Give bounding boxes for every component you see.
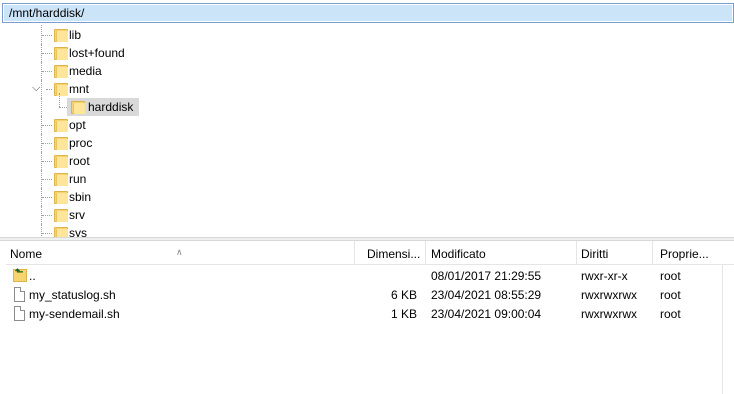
- tree-item-label: proc: [69, 136, 93, 150]
- path-selection-highlight: [4, 5, 732, 21]
- tree-item-label: mnt: [69, 82, 90, 96]
- list-header: Nome ∧ Dimensi... Modificato Diritti Pro…: [6, 241, 734, 265]
- tree-item-root[interactable]: root: [6, 152, 706, 170]
- file-modified: 23/04/2021 09:00:04: [431, 307, 542, 321]
- remote-path-text: /mnt/harddisk/: [9, 6, 85, 20]
- folder-icon: [54, 191, 68, 204]
- folder-icon: [54, 65, 68, 78]
- folder-icon: [54, 137, 68, 150]
- column-header-label: Diritti: [581, 247, 609, 261]
- tree-item-label: lost+found: [69, 46, 125, 60]
- tree-item-sys[interactable]: sys: [6, 224, 706, 237]
- table-row[interactable]: ⬑ .. 08/01/2017 21:29:55 rwxr-xr-x root: [6, 267, 734, 286]
- folder-icon: [54, 227, 68, 237]
- file-name: my-sendemail.sh: [29, 307, 120, 321]
- tree-item-proc[interactable]: proc: [6, 134, 706, 152]
- file-modified: 23/04/2021 08:55:29: [431, 288, 542, 302]
- column-header-label: Dimensi...: [367, 247, 421, 261]
- folder-icon: [54, 29, 68, 42]
- file-name: ..: [29, 269, 36, 283]
- tree-item-label: run: [69, 172, 87, 186]
- remote-path-input[interactable]: /mnt/harddisk/: [2, 3, 734, 23]
- tree-item-sbin[interactable]: sbin: [6, 188, 706, 206]
- file-size: 1 KB: [390, 307, 417, 321]
- tree-item-label: root: [69, 154, 90, 168]
- column-header-label: Proprie...: [660, 247, 709, 261]
- file-owner: root: [660, 307, 681, 321]
- directory-tree[interactable]: lib lost+found media ⌵ mnt harddisk opt …: [6, 24, 734, 237]
- file-modified: 08/01/2017 21:29:55: [431, 269, 542, 283]
- tree-item-label: lib: [69, 28, 82, 42]
- file-list[interactable]: Nome ∧ Dimensi... Modificato Diritti Pro…: [6, 241, 734, 394]
- file-icon: [14, 287, 25, 302]
- tree-item-mnt[interactable]: ⌵ mnt: [6, 80, 706, 98]
- tree-item-harddisk[interactable]: harddisk: [6, 93, 706, 116]
- table-row[interactable]: my-sendemail.sh 1 KB 23/04/2021 09:00:04…: [6, 305, 734, 324]
- tree-item-srv[interactable]: srv: [6, 206, 706, 224]
- file-permissions: rwxrwxrwx: [581, 307, 637, 321]
- folder-icon: [54, 209, 68, 222]
- tree-item-label: opt: [69, 118, 86, 132]
- file-owner: root: [660, 269, 681, 283]
- tree-item-label: harddisk: [88, 100, 134, 114]
- chevron-down-icon[interactable]: ⌵: [32, 82, 40, 95]
- column-header-name[interactable]: Nome ∧: [6, 241, 355, 265]
- file-permissions: rwxr-xr-x: [581, 269, 628, 283]
- tree-item-lib[interactable]: lib: [6, 24, 706, 44]
- column-header-label: Nome: [10, 247, 43, 261]
- sort-ascending-icon: ∧: [176, 247, 183, 257]
- column-header-owner[interactable]: Proprie...: [656, 241, 716, 265]
- tree-item-label: media: [69, 64, 102, 78]
- column-header-permissions[interactable]: Diritti: [577, 241, 653, 265]
- column-header-label: Modificato: [431, 247, 486, 261]
- vertical-scrollbar[interactable]: [722, 265, 734, 394]
- folder-icon: [54, 47, 68, 60]
- file-owner: root: [660, 288, 681, 302]
- column-header-size[interactable]: Dimensi...: [363, 241, 426, 265]
- tree-item-run[interactable]: run: [6, 170, 706, 188]
- tree-item-opt[interactable]: opt: [6, 116, 706, 134]
- file-permissions: rwxrwxrwx: [581, 288, 637, 302]
- parent-folder-icon: ⬑: [13, 267, 27, 282]
- tree-item-label: sbin: [69, 190, 92, 204]
- tree-item-label: srv: [69, 208, 85, 222]
- folder-icon: [54, 173, 68, 186]
- file-name: my_statuslog.sh: [29, 288, 116, 302]
- folder-icon: [54, 119, 68, 132]
- table-row[interactable]: my_statuslog.sh 6 KB 23/04/2021 08:55:29…: [6, 286, 734, 305]
- tree-item-label: sys: [69, 226, 87, 237]
- folder-icon: [71, 101, 85, 114]
- file-icon: [14, 306, 25, 321]
- file-size: 6 KB: [390, 288, 417, 302]
- folder-icon: [54, 83, 68, 96]
- folder-icon: [54, 155, 68, 168]
- column-header-modified[interactable]: Modificato: [427, 241, 577, 265]
- tree-item-lost-found[interactable]: lost+found: [6, 44, 706, 62]
- tree-item-media[interactable]: media: [6, 62, 706, 80]
